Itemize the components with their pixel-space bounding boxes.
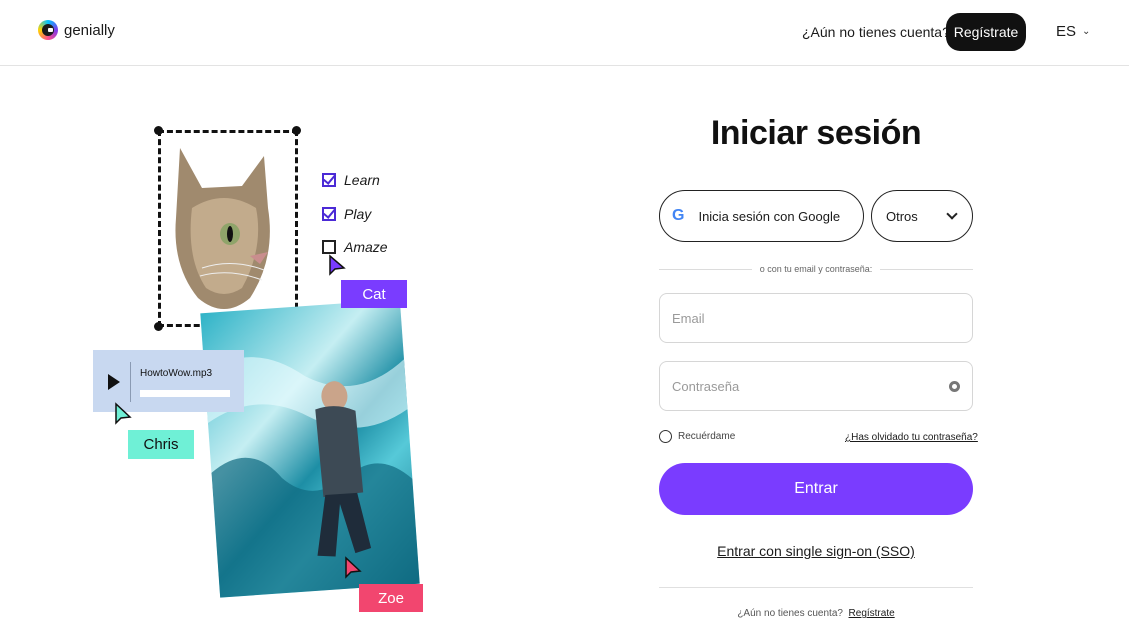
genially-logo[interactable]: genially xyxy=(38,20,115,40)
selection-handle xyxy=(154,126,163,135)
email-field[interactable] xyxy=(659,293,973,343)
checklist-label: Learn xyxy=(344,172,380,188)
bottom-register-link[interactable]: Regístrate xyxy=(849,608,895,619)
sso-link[interactable]: Entrar con single sign-on (SSO) xyxy=(658,543,974,559)
password-input[interactable] xyxy=(660,362,920,410)
tag-chris: Chris xyxy=(128,430,194,459)
checkbox-checked-icon xyxy=(322,207,336,221)
divider xyxy=(130,362,131,402)
tag-zoe: Zoe xyxy=(359,584,423,612)
language-code: ES xyxy=(1056,23,1077,40)
tag-cat: Cat xyxy=(341,280,407,308)
show-password-icon[interactable] xyxy=(949,381,960,392)
remember-me[interactable]: Recuérdame xyxy=(659,430,735,443)
audio-filename: HowtoWow.mp3 xyxy=(140,368,213,379)
audio-progress-bar xyxy=(140,390,230,397)
language-selector[interactable]: ES ⌄ xyxy=(1056,23,1090,40)
cursor-arrow-icon xyxy=(345,556,362,579)
cat-image xyxy=(175,148,270,309)
chevron-down-icon xyxy=(946,208,958,220)
person-photo xyxy=(200,299,420,598)
google-signin-label: Inicia sesión con Google xyxy=(698,208,841,224)
checkbox-empty-icon xyxy=(322,240,336,254)
page-title: Iniciar sesión xyxy=(710,114,922,152)
register-button[interactable]: Regístrate xyxy=(946,13,1026,51)
google-icon: G xyxy=(672,207,685,224)
checklist-item-learn: Learn xyxy=(322,172,380,188)
selection-handle xyxy=(292,126,301,135)
checkbox-checked-icon xyxy=(322,173,336,187)
logo-text: genially xyxy=(64,21,115,39)
hero-illustration: Learn Play Amaze Cat HowtoWow.mp3 Chris … xyxy=(0,66,560,621)
checklist-label: Play xyxy=(344,206,372,222)
checklist-item-play: Play xyxy=(322,206,371,222)
top-header: genially ¿Aún no tienes cuenta? Regístra… xyxy=(0,0,1129,66)
password-field[interactable] xyxy=(659,361,973,411)
bottom-question: ¿Aún no tienes cuenta? xyxy=(737,608,843,619)
divider xyxy=(659,587,973,588)
or-divider: o con tu email y contraseña: xyxy=(659,264,973,274)
remember-me-label: Recuérdame xyxy=(678,431,736,442)
checklist-item-amaze: Amaze xyxy=(322,239,388,255)
other-providers-label: Otros xyxy=(886,208,918,224)
other-providers-dropdown[interactable]: Otros xyxy=(871,190,973,242)
forgot-password-link[interactable]: ¿Has olvidado tu contraseña? xyxy=(845,432,978,443)
email-input[interactable] xyxy=(660,294,920,342)
cursor-arrow-icon xyxy=(329,254,346,276)
remember-me-radio[interactable] xyxy=(659,430,672,443)
google-signin-button[interactable]: G Inicia sesión con Google xyxy=(659,190,864,242)
submit-button[interactable]: Entrar xyxy=(659,463,973,515)
genially-logo-icon xyxy=(38,20,58,40)
checklist-label: Amaze xyxy=(344,239,388,255)
divider-text: o con tu email y contraseña: xyxy=(759,264,873,274)
selection-handle xyxy=(154,322,163,331)
chevron-down-icon: ⌄ xyxy=(1082,26,1091,37)
no-account-text: ¿Aún no tienes cuenta? xyxy=(802,24,950,40)
play-icon xyxy=(108,374,120,390)
cursor-arrow-icon xyxy=(115,402,132,425)
bottom-register-prompt: ¿Aún no tienes cuenta? Regístrate xyxy=(658,608,974,619)
